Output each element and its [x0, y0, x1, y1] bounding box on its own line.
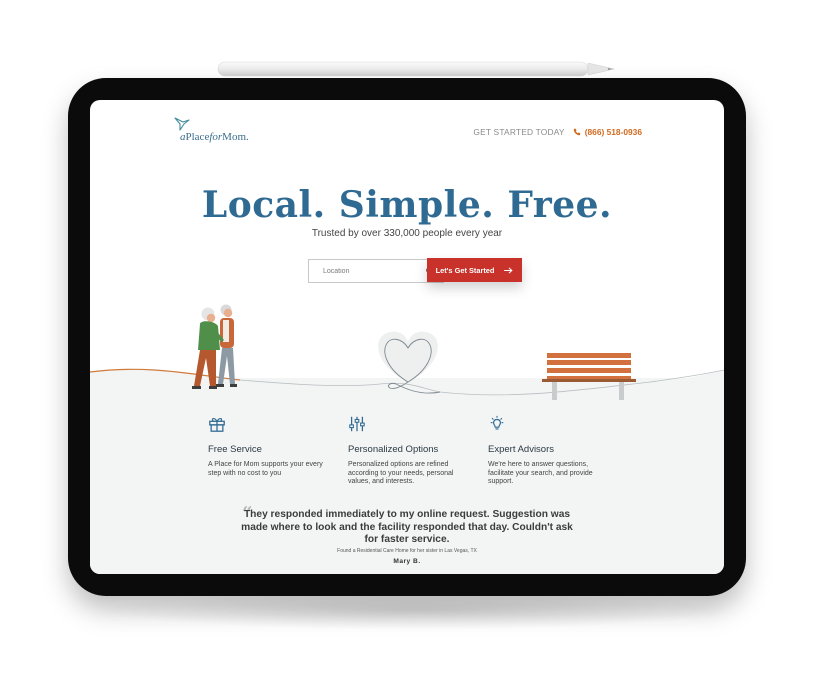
arrow-right-icon	[504, 266, 514, 274]
feature-personalized-options: Personalized Options Personalized option…	[348, 415, 488, 487]
lightbulb-icon	[490, 415, 504, 430]
feature-description: We're here to answer questions, facilita…	[488, 461, 593, 485]
tablet-frame: aPlaceforMom. GET STARTED TODAY (866) 51…	[68, 78, 746, 596]
feature-description: A Place for Mom supports your every step…	[208, 461, 323, 477]
get-started-button[interactable]: Let's Get Started	[427, 258, 522, 282]
device-shadow	[95, 590, 735, 630]
elderly-couple-illustration	[192, 304, 237, 389]
location-input[interactable]	[323, 267, 393, 275]
phone-icon	[573, 128, 580, 136]
feature-title: Expert Advisors	[488, 444, 554, 455]
feature-title: Personalized Options	[348, 444, 439, 455]
phone-link[interactable]: (866) 518-0936	[573, 127, 642, 137]
stylus-pencil	[217, 61, 615, 77]
feature-free-service: Free Service A Place for Mom supports yo…	[208, 415, 348, 487]
feature-expert-advisors: Expert Advisors We're here to answer que…	[488, 415, 628, 487]
location-search-field[interactable]	[308, 259, 444, 283]
screen: aPlaceforMom. GET STARTED TODAY (866) 51…	[90, 100, 724, 574]
features-section: Free Service A Place for Mom supports yo…	[208, 415, 628, 487]
header-contact: GET STARTED TODAY (866) 518-0936	[473, 127, 642, 137]
hero-illustration	[90, 304, 724, 426]
get-started-button-label: Let's Get Started	[435, 265, 495, 275]
logo-wordmark: aPlaceforMom.	[180, 131, 249, 143]
site-logo[interactable]: aPlaceforMom.	[174, 117, 249, 143]
phone-number: (866) 518-0936	[584, 127, 642, 137]
bird-logo-icon	[174, 117, 190, 131]
sliders-icon	[349, 416, 365, 432]
hero-title: Local. Simple. Free.	[201, 184, 613, 226]
testimonial-quote: They responded immediately to my online …	[241, 509, 573, 545]
gift-icon	[209, 418, 225, 432]
feature-title: Free Service	[208, 444, 262, 455]
testimonial-author: Mary B.	[393, 558, 421, 565]
feature-description: Personalized options are refined accordi…	[348, 461, 454, 485]
get-started-today-label: GET STARTED TODAY	[473, 127, 565, 137]
testimonial-source: Found a Residential Care Home for her si…	[337, 548, 477, 554]
hero-subtitle: Trusted by over 330,000 people every yea…	[311, 228, 503, 239]
